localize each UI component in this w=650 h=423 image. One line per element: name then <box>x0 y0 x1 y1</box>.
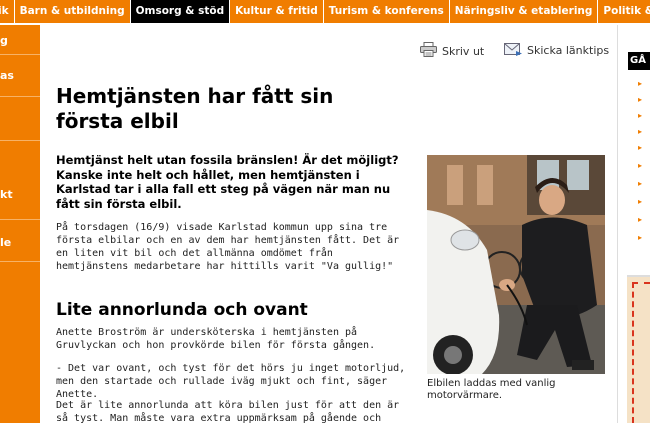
left-nav-divider <box>0 219 40 220</box>
left-nav-item-2[interactable]: as <box>0 69 40 82</box>
top-navigation: ik Barn & utbildning Omsorg & stöd Kultu… <box>0 0 650 23</box>
left-nav-divider <box>0 140 40 141</box>
arrow-icon[interactable]: ▸ <box>638 234 646 242</box>
nav-item-turism-konferens[interactable]: Turism & konferens <box>324 0 450 23</box>
article-photo <box>427 155 605 374</box>
arrow-icon[interactable]: ▸ <box>638 144 646 152</box>
printer-icon <box>420 42 437 60</box>
left-nav-divider <box>0 96 40 97</box>
print-label: Skriv ut <box>442 44 485 58</box>
article-paragraph-1: På torsdagen (16/9) visade Karlstad komm… <box>56 222 400 272</box>
left-nav-item-3[interactable]: kt <box>0 188 40 201</box>
right-column-header: GÅ <box>628 52 650 70</box>
arrow-icon[interactable]: ▸ <box>638 198 646 206</box>
nav-item-politik[interactable]: Politik & påv <box>598 0 650 23</box>
nav-item-barn-utbildning[interactable]: Barn & utbildning <box>15 0 131 23</box>
photo-caption: Elbilen laddas med vanlig motorvärmare. <box>427 378 556 401</box>
article-subheading: Lite annorlunda och ovant <box>56 300 308 320</box>
arrow-icon[interactable]: ▸ <box>638 162 646 170</box>
left-nav-item-4[interactable]: le <box>0 236 40 249</box>
arrow-icon[interactable]: ▸ <box>638 80 646 88</box>
arrow-icon[interactable]: ▸ <box>638 180 646 188</box>
article-paragraph-4: Det är lite annorlunda att köra bilen ju… <box>56 400 400 423</box>
left-nav-divider <box>0 54 40 55</box>
envelope-icon <box>504 42 522 59</box>
left-nav-divider <box>0 261 40 262</box>
nav-item-omsorg-stod[interactable]: Omsorg & stöd <box>130 0 231 23</box>
nav-item-kultur-fritid[interactable]: Kultur & fritid <box>230 0 324 23</box>
send-link-label: Skicka länktips <box>527 44 610 57</box>
article-paragraph-3: - Det var ovant, och tyst för det hörs j… <box>56 363 406 400</box>
promo-box-border <box>632 282 650 423</box>
arrow-icon[interactable]: ▸ <box>638 112 646 120</box>
article-lead: Hemtjänst helt utan fossila bränslen! Är… <box>56 153 399 211</box>
left-nav-item-1[interactable]: g <box>0 34 40 47</box>
arrow-icon[interactable]: ▸ <box>638 96 646 104</box>
arrow-icon[interactable]: ▸ <box>638 128 646 136</box>
article-paragraph-2: Anette Broström är undersköterska i hemt… <box>56 327 376 351</box>
nav-item-naringsliv-etablering[interactable]: Näringsliv & etablering <box>450 0 599 23</box>
nav-item-ik[interactable]: ik <box>0 0 15 23</box>
arrow-icon[interactable]: ▸ <box>638 216 646 224</box>
print-button[interactable]: Skriv ut <box>420 42 484 60</box>
left-navigation: g as kt le <box>0 25 40 423</box>
nav-divider <box>0 23 650 25</box>
send-link-button[interactable]: Skicka länktips <box>504 42 609 59</box>
page-title: Hemtjänsten har fått sin första elbil <box>56 84 334 133</box>
